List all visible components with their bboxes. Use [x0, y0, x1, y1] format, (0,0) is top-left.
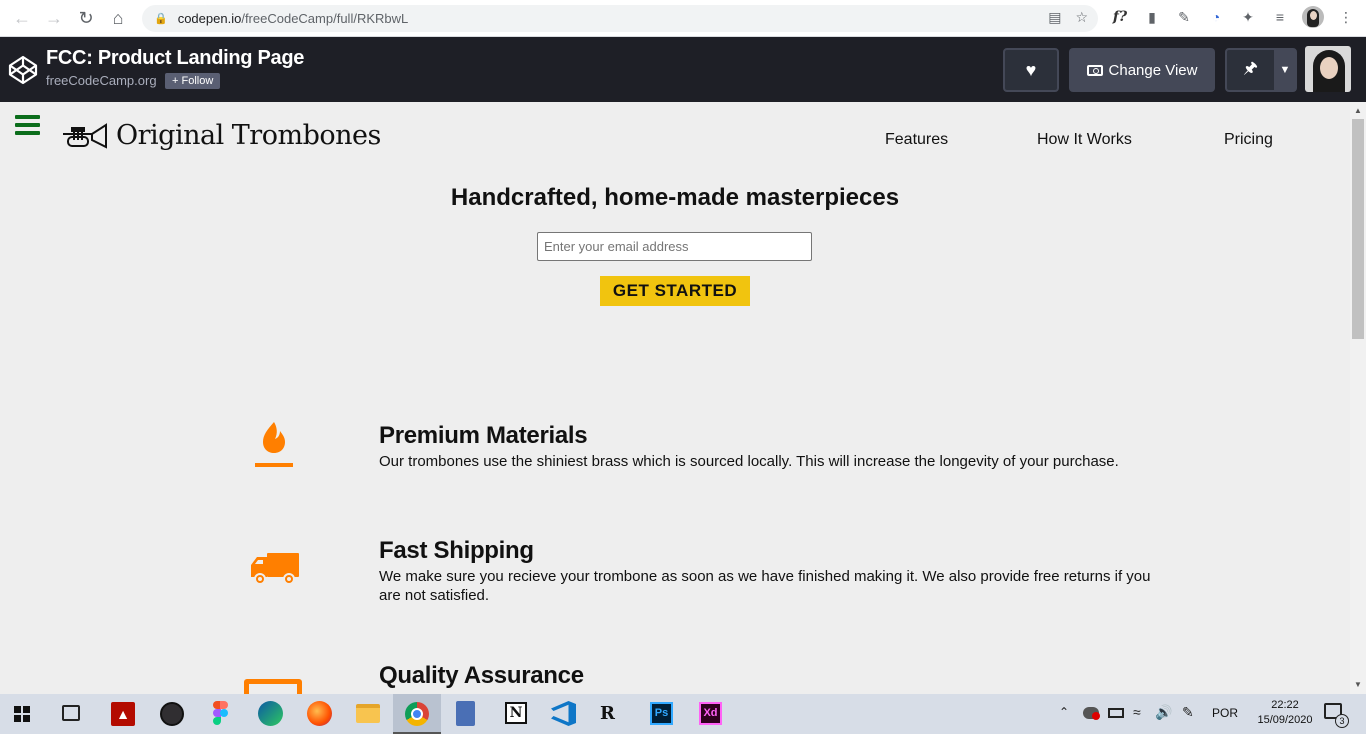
- file-explorer-icon[interactable]: [356, 704, 380, 723]
- codepen-logo-icon[interactable]: [8, 55, 38, 85]
- nav-link-features[interactable]: Features: [885, 131, 948, 149]
- translate-icon[interactable]: ▤: [1048, 9, 1061, 26]
- dropbox-tray-icon[interactable]: [1083, 707, 1100, 720]
- hero-title: Handcrafted, home-made masterpieces: [450, 184, 900, 211]
- reload-icon[interactable]: ↻: [70, 2, 102, 34]
- chrome-taskbar-slot: [393, 694, 441, 734]
- feature-text: Our trombones use the shiniest brass whi…: [379, 453, 1119, 470]
- battery-icon: [244, 679, 302, 694]
- change-view-label: Change View: [1108, 61, 1198, 79]
- windows-start-icon[interactable]: [14, 706, 30, 722]
- edge-icon[interactable]: [258, 701, 283, 726]
- browser-toolbar: ← → ↻ ⌂ 🔒 codepen.io/freeCodeCamp/full/R…: [0, 0, 1366, 37]
- back-arrow-icon[interactable]: ←: [6, 2, 38, 34]
- clock-date: 15/09/2020: [1257, 714, 1313, 726]
- scroll-up-arrow-icon[interactable]: ▲: [1354, 106, 1362, 115]
- nav-link-pricing[interactable]: Pricing: [1224, 131, 1273, 149]
- brand-name: Original Trombones: [116, 120, 381, 151]
- pen-workspace-icon[interactable]: ✎: [1182, 704, 1194, 721]
- notifications-badge: 3: [1335, 714, 1349, 728]
- scrollbar-thumb[interactable]: [1352, 119, 1364, 339]
- figma-icon[interactable]: [213, 701, 228, 725]
- f-question-icon[interactable]: f?: [1110, 7, 1130, 27]
- page-scrollbar[interactable]: ▲ ▼: [1350, 102, 1366, 694]
- pen-preview: Original Trombones Features How It Works…: [0, 102, 1350, 694]
- scroll-down-arrow-icon[interactable]: ▼: [1354, 680, 1362, 689]
- adobe-xd-icon[interactable]: Xd: [699, 702, 722, 725]
- heart-button[interactable]: ♥: [1003, 48, 1059, 92]
- site-brand[interactable]: Original Trombones: [62, 120, 381, 151]
- menu-dots-icon[interactable]: ⋮: [1336, 7, 1356, 27]
- clock-ext-icon[interactable]: ◔: [1206, 7, 1226, 27]
- clock-time: 22:22: [1271, 699, 1299, 711]
- pin-dropdown-button[interactable]: ▼: [1275, 50, 1295, 90]
- notion-icon[interactable]: N: [505, 702, 527, 724]
- clock[interactable]: 22:22 15/09/2020: [1252, 698, 1318, 728]
- user-avatar[interactable]: [1305, 46, 1351, 92]
- pin-button[interactable]: 🖈: [1227, 50, 1275, 90]
- trumpet-logo-icon: [63, 122, 107, 149]
- playlist-icon[interactable]: ≡: [1270, 7, 1290, 27]
- feature-text: We make sure you recieve your trombone a…: [379, 568, 1151, 604]
- star-icon[interactable]: ☆: [1075, 9, 1088, 26]
- tray-chevron-up-icon[interactable]: ⌃: [1059, 705, 1069, 719]
- follow-button[interactable]: + Follow: [165, 73, 221, 89]
- pen-author[interactable]: freeCodeCamp.org: [46, 73, 157, 88]
- email-input[interactable]: [537, 232, 812, 261]
- forward-arrow-icon[interactable]: →: [38, 2, 70, 34]
- change-view-button[interactable]: Change View: [1069, 48, 1215, 92]
- battery-tray-icon[interactable]: [1108, 708, 1124, 718]
- firefox-icon[interactable]: [307, 701, 332, 726]
- task-view-icon[interactable]: [62, 705, 80, 721]
- eyedropper-icon[interactable]: ✎: [1174, 7, 1194, 27]
- reader-icon[interactable]: ▮: [1142, 7, 1162, 27]
- obs-icon[interactable]: [160, 702, 184, 726]
- nav-link-how-it-works[interactable]: How It Works: [1037, 131, 1132, 149]
- home-icon[interactable]: ⌂: [102, 2, 134, 34]
- chrome-icon[interactable]: [405, 702, 429, 726]
- address-bar[interactable]: 🔒 codepen.io/freeCodeCamp/full/RKRbwL ▤ …: [142, 5, 1098, 32]
- photoshop-icon[interactable]: Ps: [650, 702, 673, 725]
- pin-button-group: 🖈 ▼: [1225, 48, 1297, 92]
- codepen-header: FCC: Product Landing Page freeCodeCamp.o…: [0, 37, 1366, 102]
- pin-icon: 🖈: [1243, 59, 1258, 77]
- pen-title: FCC: Product Landing Page: [46, 47, 305, 69]
- get-started-button[interactable]: GET STARTED: [600, 276, 750, 306]
- truck-icon: [251, 553, 299, 585]
- rstudio-icon[interactable]: R: [600, 702, 626, 726]
- hamburger-menu-icon[interactable]: [15, 115, 40, 135]
- volume-icon[interactable]: 🔊: [1155, 704, 1172, 721]
- url-text: codepen.io/freeCodeCamp/full/RKRbwL: [178, 11, 409, 26]
- url-host: codepen.io: [177, 11, 242, 26]
- fire-icon: [255, 422, 293, 467]
- url-path: /freeCodeCamp/full/RKRbwL: [241, 11, 409, 26]
- vscode-icon[interactable]: [551, 701, 576, 726]
- acrobat-icon[interactable]: ▲: [111, 702, 135, 726]
- heart-icon: ♥: [1025, 59, 1037, 80]
- profile-avatar[interactable]: [1302, 6, 1324, 28]
- feature-title: Quality Assurance: [379, 662, 584, 689]
- feature-title: Premium Materials: [379, 422, 588, 449]
- wifi-icon[interactable]: ≈: [1133, 704, 1141, 720]
- lock-icon: 🔒: [154, 13, 168, 25]
- feature-title: Fast Shipping: [379, 537, 534, 564]
- chevron-down-icon: ▼: [1279, 64, 1291, 76]
- puzzle-icon[interactable]: ✦: [1238, 7, 1258, 27]
- calculator-icon[interactable]: [456, 701, 475, 726]
- windows-taskbar: ▲ N R Ps Xd ⌃ ≈ 🔊 ✎ POR 22:22 15/09/2020…: [0, 694, 1366, 734]
- language-indicator[interactable]: POR: [1212, 706, 1238, 720]
- view-icon: [1086, 64, 1103, 76]
